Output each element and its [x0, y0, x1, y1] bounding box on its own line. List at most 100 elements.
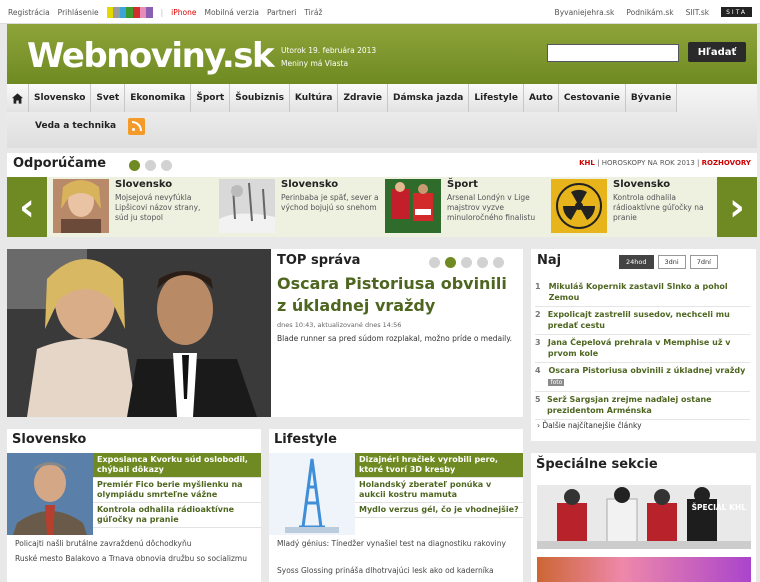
rank: 5: [535, 395, 541, 404]
nav-item-sport[interactable]: Šport: [191, 84, 231, 112]
pager-dot[interactable]: [161, 160, 172, 171]
tab-7d[interactable]: 7dní: [689, 255, 718, 269]
main-nav: Slovensko Svet Ekonomika Šport Šoubiznis…: [7, 84, 757, 148]
khl-banner[interactable]: [537, 485, 751, 549]
site-logo[interactable]: Webnoviny.sk: [27, 36, 275, 76]
colorbar-seg: [126, 7, 133, 18]
khl-link[interactable]: KHL: [579, 159, 595, 167]
nav-item-slovensko[interactable]: Slovensko: [29, 84, 92, 112]
top-story-photo[interactable]: [7, 249, 271, 417]
prev-arrow-icon[interactable]: ‹: [7, 177, 47, 237]
small-link[interactable]: Policajti našli brutálne zavraždenú dôch…: [15, 539, 261, 549]
horoskopy-link[interactable]: HOROSKOPY NA ROK 2013: [602, 159, 695, 167]
nav-item-veda[interactable]: Veda a technika: [29, 121, 122, 131]
list-item[interactable]: 5 Serž Sargsjan zrejme naďalej ostane pre…: [535, 392, 750, 420]
nav-row: Slovensko Svet Ekonomika Šport Šoubiznis…: [7, 84, 678, 112]
section-list: Dizajnéri hračiek vyrobili pero, ktoré t…: [355, 453, 523, 518]
khl-label[interactable]: ŠPECIÁL KHL: [692, 503, 746, 512]
list-item[interactable]: 2 Expolicajt zastrelil susedov, nechceli …: [535, 307, 750, 335]
rank: 1: [535, 282, 541, 291]
separator: |: [160, 8, 164, 17]
pager-dot[interactable]: [129, 160, 140, 171]
sita-logo[interactable]: SITA: [721, 7, 752, 17]
colorbar-seg: [132, 7, 140, 18]
nav-item-cestovanie[interactable]: Cestovanie: [558, 84, 626, 112]
recommend-thumb: [385, 179, 441, 233]
list-item[interactable]: Mydlo verzus gél, čo je vhodnejšie?: [355, 503, 523, 518]
pager-dot[interactable]: [461, 257, 472, 268]
nav-item-lifestyle[interactable]: Lifestyle: [469, 84, 524, 112]
small-link[interactable]: Syoss Glossing prináša dlhotrvajúci lesk…: [277, 566, 523, 576]
nav-item-ekonomika[interactable]: Ekonomika: [125, 84, 192, 112]
section-photo[interactable]: [269, 453, 355, 535]
most-read-tabs: 24hod 3dni 7dní: [619, 255, 718, 269]
photo-badge: foto: [548, 379, 565, 386]
list-item-text: Serž Sargsjan zrejme naďalej ostane prez…: [546, 395, 712, 415]
partners-link[interactable]: Partneri: [267, 8, 296, 17]
tab-3d[interactable]: 3dni: [657, 255, 686, 269]
list-item[interactable]: Exposlanca Kvorku súd oslobodil, chýbali…: [93, 453, 261, 478]
login-link[interactable]: Prihlásenie: [58, 8, 99, 17]
register-link[interactable]: Registrácia: [8, 8, 50, 17]
tab-24h[interactable]: 24hod: [619, 255, 654, 269]
search-input[interactable]: [547, 44, 679, 62]
pager-dot[interactable]: [429, 257, 440, 268]
list-item[interactable]: Dizajnéri hračiek vyrobili pero, ktoré t…: [355, 453, 523, 478]
home-icon[interactable]: [7, 84, 29, 112]
recommend-category: Slovensko: [115, 179, 173, 190]
small-link[interactable]: Mladý génius: Tínedžer vynašiel test na …: [277, 539, 523, 549]
siit-link[interactable]: SIIT.sk: [686, 8, 710, 17]
list-item[interactable]: Premiér Fico berie myšlienku na olympiád…: [93, 478, 261, 503]
byvanie-link[interactable]: Byvaniejehra.sk: [555, 8, 615, 17]
recommend-item[interactable]: Šport Arsenal Londýn v Lige majstrov vyz…: [385, 179, 545, 235]
recommend-item[interactable]: Slovensko Kontrola odhalila rádioaktívne…: [551, 179, 711, 235]
recommend-item[interactable]: Slovensko Perinbaba je späť, sever a výc…: [219, 179, 379, 235]
recommend-text: Perinbaba je späť, sever a východ bojujú…: [281, 193, 379, 212]
recommend-links: KHL | HOROSKOPY NA ROK 2013 | ROZHOVORY: [579, 159, 751, 167]
section-slovensko: Slovensko Exposlanca Kvorku súd oslobodi…: [7, 429, 261, 582]
next-arrow-icon[interactable]: ›: [717, 177, 757, 237]
section-title: Špeciálne sekcie: [536, 457, 658, 472]
rozhovory-link[interactable]: ROZHOVORY: [702, 159, 751, 167]
pager-dot[interactable]: [477, 257, 488, 268]
colorbar-seg: [113, 7, 120, 18]
top-story-headline[interactable]: Oscara Pistoriusa obvinili z úkladnej vr…: [277, 273, 517, 317]
pager-dot[interactable]: [445, 257, 456, 268]
nav-item-kultura[interactable]: Kultúra: [289, 84, 339, 112]
mobile-link[interactable]: Mobilná verzia: [205, 8, 259, 17]
search-button[interactable]: Hľadať: [688, 42, 746, 62]
list-item[interactable]: 3 Jana Čepelová prehrala v Memphise už v …: [535, 335, 750, 363]
more-most-read-link[interactable]: › Ďalšie najčítanejšie články: [537, 421, 642, 430]
list-item[interactable]: 1 Mikuláš Kopernik zastavil Slnko a pohol…: [535, 279, 750, 307]
recommend-title: Odporúčame: [13, 156, 107, 171]
rss-icon[interactable]: [128, 117, 146, 135]
more-label: Ďalšie najčítanejšie články: [542, 421, 642, 430]
nav-item-damska-jazda[interactable]: Dámska jazda: [388, 84, 470, 112]
top-story: TOP správa Oscara Pistoriusa obvinili z …: [7, 249, 523, 417]
list-item[interactable]: Kontrola odhalila rádioaktívne gúľočky n…: [93, 503, 261, 528]
list-item[interactable]: Holandský zberateľ ponúka v aukcii kostr…: [355, 478, 523, 503]
colorbar-seg: [119, 7, 127, 18]
nav-item-svet[interactable]: Svet: [91, 84, 126, 112]
top-story-label: TOP správa: [277, 253, 361, 268]
special-banner-2[interactable]: [537, 557, 751, 582]
pager-dot[interactable]: [145, 160, 156, 171]
nav-item-auto[interactable]: Auto: [523, 84, 559, 112]
rank: 2: [535, 310, 541, 319]
imprint-link[interactable]: Tiráž: [304, 8, 322, 17]
list-item-text: Oscara Pistoriusa obvinili z úkladnej vr…: [548, 366, 746, 375]
chevron-right-icon: ›: [537, 421, 540, 430]
top-story-pager: [429, 257, 504, 268]
small-link[interactable]: Ruské mesto Balakovo a Trnava obnovia dr…: [15, 554, 261, 564]
recommend-item[interactable]: Slovensko Mojsejová nevyfúkla Lipšicovi …: [53, 179, 213, 235]
pager-dot[interactable]: [493, 257, 504, 268]
section-lifestyle: Lifestyle Dizajnéri hračiek vyrobili per…: [269, 429, 523, 582]
nav-item-soubiznis[interactable]: Šoubiznis: [230, 84, 290, 112]
nav-item-byvanie[interactable]: Bývanie: [625, 84, 678, 112]
page: { "topbar": { "left_links": ["Registráci…: [0, 0, 760, 582]
list-item[interactable]: 4 Oscara Pistoriusa obvinili z úkladnej v…: [535, 363, 750, 392]
podnikam-link[interactable]: Podnikám.sk: [626, 8, 673, 17]
nav-item-zdravie[interactable]: Zdravie: [338, 84, 388, 112]
section-photo[interactable]: [7, 453, 93, 535]
iphone-link[interactable]: iPhone: [171, 8, 196, 17]
